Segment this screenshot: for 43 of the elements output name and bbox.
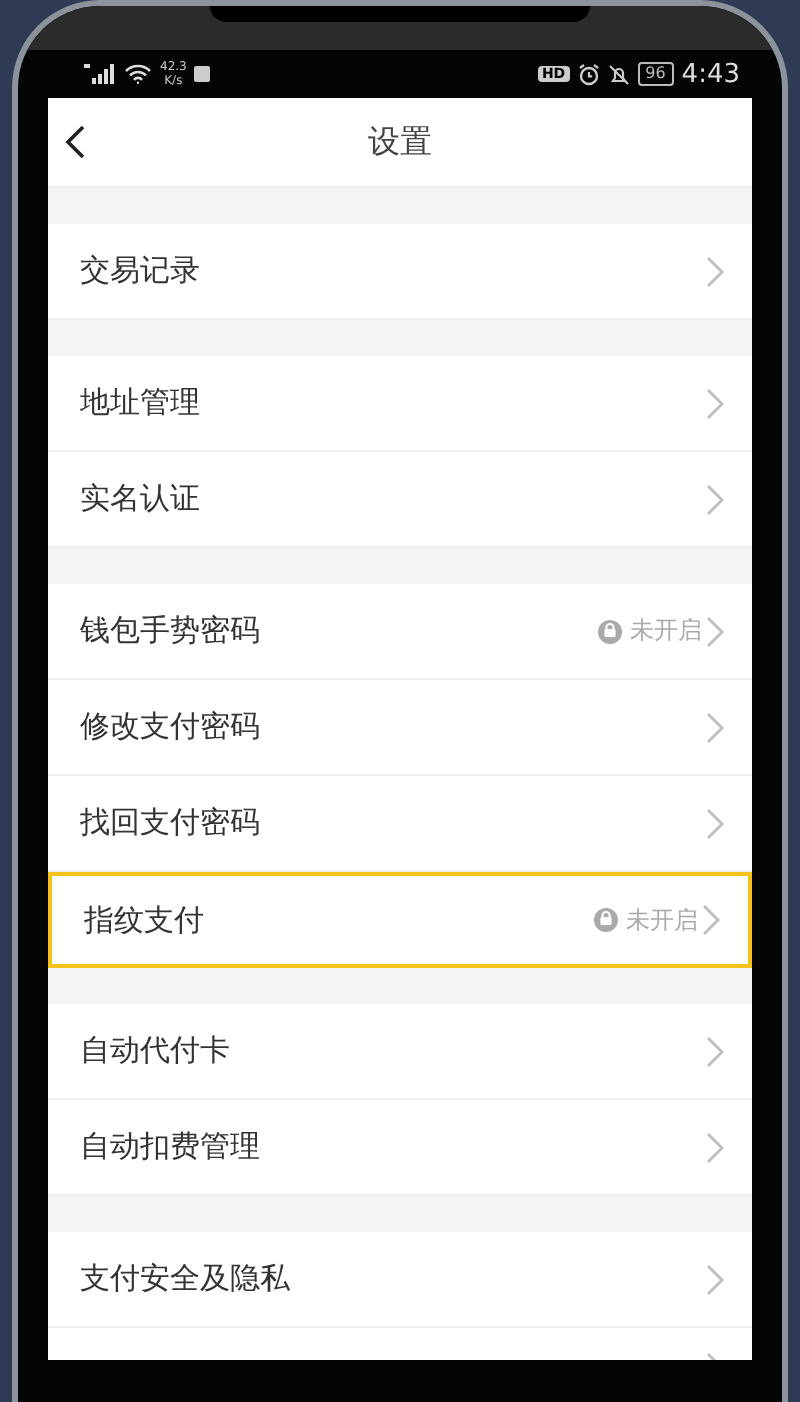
lock-icon [598, 619, 622, 643]
status-text: 未开启 [630, 614, 702, 648]
alarm-icon [577, 63, 600, 85]
item-label: 修改支付密码 [80, 708, 262, 746]
bell-off-icon [607, 63, 630, 85]
chevron-icon [706, 1035, 724, 1067]
settings-item[interactable]: 自动代付卡 [48, 1004, 752, 1100]
settings-item[interactable]: 交易记录 [48, 224, 752, 320]
settings-item[interactable]: 地址管理 [48, 356, 752, 452]
back-icon[interactable] [64, 124, 86, 160]
settings-item[interactable]: 支付安全及隐私 [48, 1232, 752, 1328]
item-label: 找回支付密码 [80, 804, 262, 842]
battery-level: 96 [637, 62, 674, 86]
chevron-icon [706, 711, 724, 743]
item-label: 自动代付卡 [80, 1032, 232, 1070]
item-label: 钱包手势密码 [80, 612, 262, 650]
settings-item[interactable]: 自动扣费管理 [48, 1100, 752, 1196]
page-title: 设置 [366, 121, 434, 163]
settings-item[interactable]: 找回支付密码 [48, 776, 752, 872]
clock-time: 4:43 [681, 59, 740, 89]
chevron-icon [706, 615, 724, 647]
settings-item[interactable]: 实名认证 [48, 452, 752, 548]
signal-icon [84, 64, 116, 84]
settings-item[interactable]: 钱包手势密码 未开启 [48, 584, 752, 680]
square-icon [194, 66, 211, 82]
item-label: 自动扣费管理 [80, 1128, 262, 1166]
chevron-icon [706, 807, 724, 839]
lock-icon [594, 908, 618, 932]
item-label: 指纹支付 [84, 901, 206, 939]
chevron-icon [706, 483, 724, 515]
item-label: 交易记录 [80, 252, 202, 290]
chevron-icon [706, 1131, 724, 1163]
chevron-icon [702, 904, 720, 936]
chevron-icon [706, 1263, 724, 1295]
status-text: 未开启 [626, 903, 698, 937]
settings-item[interactable]: 指纹支付 未开启 [48, 872, 752, 968]
settings-item[interactable]: 修改支付密码 [48, 680, 752, 776]
item-label: 地址管理 [80, 384, 202, 422]
item-label: 实名认证 [80, 480, 202, 518]
chevron-icon [706, 387, 724, 419]
chevron-icon [706, 255, 724, 287]
item-label: 支付安全及隐私 [80, 1260, 292, 1298]
wifi-icon [124, 64, 152, 84]
